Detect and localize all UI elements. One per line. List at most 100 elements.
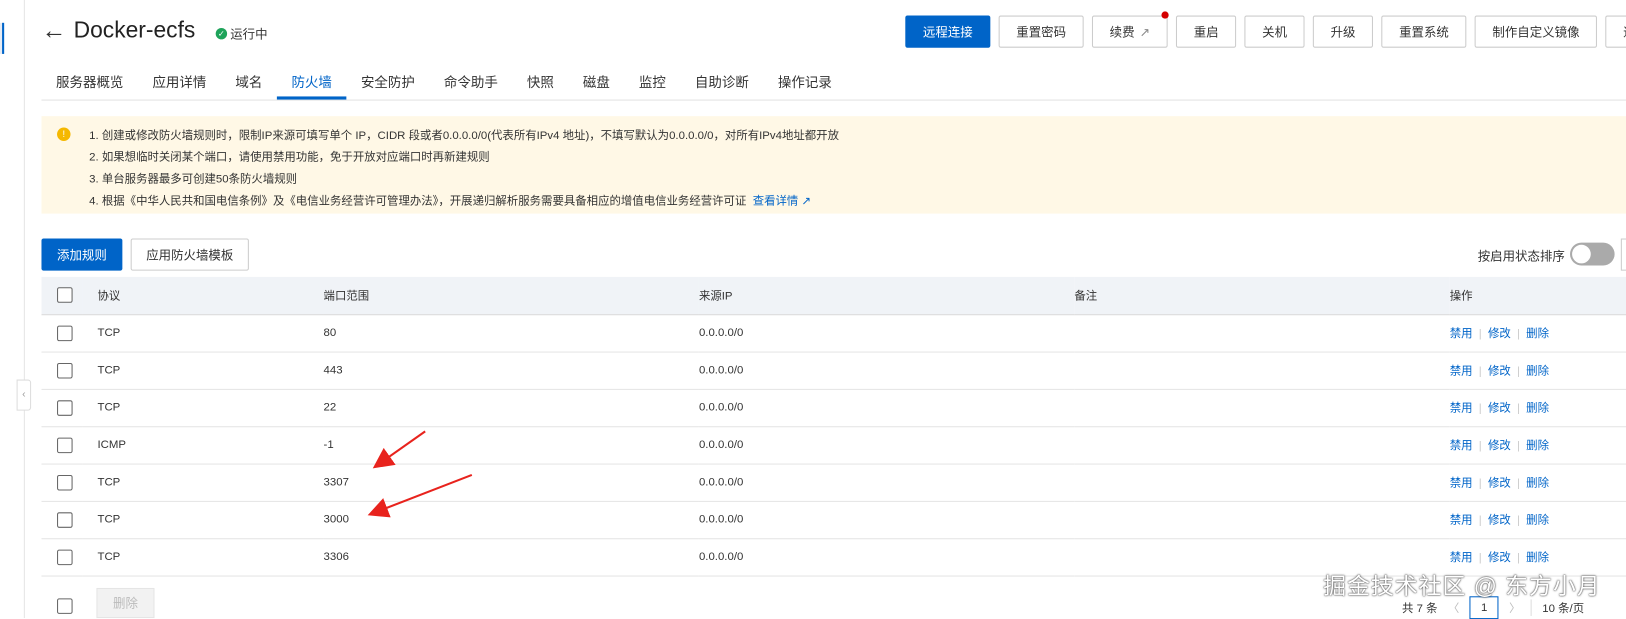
row-actions: 禁用 | 修改 | 删除 [1449, 463, 1626, 502]
source-ip: 0.0.0.0/0 [698, 500, 1075, 539]
tab-5[interactable]: 命令助手 [429, 66, 512, 99]
source-ip: 0.0.0.0/0 [698, 351, 1075, 390]
edit-link[interactable]: 修改 [1488, 365, 1511, 377]
table-row: TCP 3000 0.0.0.0/0 禁用 | 修改 | 删除 [41, 500, 1626, 539]
action-button[interactable]: 制作自定义镜像 [1474, 15, 1598, 48]
action-button[interactable]: 远程连接 [905, 15, 991, 48]
row-checkbox[interactable] [57, 325, 73, 341]
warning-icon: ! [57, 127, 71, 142]
tab-1[interactable]: 应用详情 [138, 66, 221, 99]
source-ip: 0.0.0.0/0 [698, 314, 1075, 353]
next-page-icon[interactable]: 〉 [1509, 599, 1520, 616]
protocol: TCP [82, 388, 324, 427]
button-label: 关机 [1262, 24, 1288, 40]
row-actions: 禁用 | 修改 | 删除 [1449, 351, 1626, 390]
note [1074, 314, 1450, 353]
source-ip: 0.0.0.0/0 [698, 388, 1075, 427]
select-all-checkbox[interactable] [57, 287, 73, 304]
edit-link[interactable]: 修改 [1488, 514, 1511, 526]
notice-line: 1. 创建或修改防火墙规则时，限制IP来源可填写单个 IP，CIDR 段或者0.… [89, 129, 839, 143]
firewall-table: 协议 端口范围 来源IP 备注 操作 TCP 80 0.0.0.0/0 禁用 | 修改 | 删… [41, 276, 1626, 577]
tab-6[interactable]: 快照 [512, 66, 568, 99]
delete-link[interactable]: 删除 [1526, 514, 1549, 526]
tab-9[interactable]: 自助诊断 [680, 66, 763, 99]
delete-link[interactable]: 删除 [1526, 440, 1549, 452]
port: -1 [323, 426, 699, 465]
note [1074, 463, 1450, 502]
row-checkbox[interactable] [57, 437, 73, 453]
source-ip: 0.0.0.0/0 [698, 426, 1075, 465]
notice-line: 2. 如果想临时关闭某个端口，请使用禁用功能，免于开放对应端口时再新建规则 [89, 151, 490, 164]
action-button[interactable]: 重置密码 [998, 15, 1084, 48]
edit-link[interactable]: 修改 [1488, 477, 1511, 489]
status-text: 运行中 [230, 26, 268, 42]
settings-button[interactable] [1620, 238, 1626, 271]
edit-link[interactable]: 修改 [1488, 440, 1511, 452]
edit-link[interactable]: 修改 [1488, 552, 1511, 564]
table-row: TCP 22 0.0.0.0/0 禁用 | 修改 | 删除 [41, 388, 1626, 427]
apply-template-button[interactable]: 应用防火墙模板 [130, 238, 249, 271]
disable-link[interactable]: 禁用 [1450, 402, 1473, 414]
protocol: ICMP [82, 426, 324, 465]
button-label: 重置密码 [1016, 24, 1067, 40]
disable-link[interactable]: 禁用 [1450, 328, 1473, 340]
prev-page-icon[interactable]: 〈 [1448, 599, 1459, 616]
row-checkbox[interactable] [57, 511, 73, 528]
left-sidebar [0, 0, 25, 619]
action-button[interactable]: 升级 [1312, 15, 1374, 48]
button-label: 升级 [1330, 24, 1356, 40]
row-checkbox[interactable] [57, 399, 73, 416]
row-actions: 禁用 | 修改 | 删除 [1449, 500, 1626, 539]
row-actions: 禁用 | 修改 | 删除 [1449, 314, 1626, 353]
disable-link[interactable]: 禁用 [1450, 365, 1473, 377]
delete-link[interactable]: 删除 [1526, 402, 1549, 414]
protocol: TCP [82, 314, 324, 353]
delete-link[interactable]: 删除 [1526, 365, 1549, 377]
watermark: 掘金技术社区 @ 东方小月 [1323, 573, 1601, 600]
tab-8[interactable]: 监控 [624, 66, 680, 99]
tab-2[interactable]: 域名 [221, 66, 277, 99]
sort-toggle[interactable] [1570, 242, 1615, 266]
note [1074, 351, 1450, 390]
tab-0[interactable]: 服务器概览 [41, 66, 137, 99]
collapse-sidebar-button[interactable]: ‹ [16, 379, 32, 411]
delete-link[interactable]: 删除 [1526, 328, 1549, 340]
button-label: 制作自定义镜像 [1492, 24, 1580, 40]
action-button[interactable]: 续费 ↗ [1091, 11, 1169, 48]
port: 80 [323, 314, 699, 353]
protocol: TCP [82, 351, 324, 390]
view-details-link[interactable]: 查看详情 [753, 195, 799, 207]
disable-link[interactable]: 禁用 [1450, 477, 1473, 489]
tab-3[interactable]: 防火墙 [276, 66, 347, 100]
sort-label: 按启用状态排序 [1477, 248, 1565, 264]
page-size-select[interactable]: 10 条/页 [1530, 599, 1584, 616]
tab-7[interactable]: 磁盘 [568, 66, 624, 99]
footer-select-checkbox[interactable] [57, 598, 73, 614]
add-rule-button[interactable]: 添加规则 [41, 238, 123, 271]
action-button[interactable]: 退订 [1605, 15, 1626, 48]
edit-link[interactable]: 修改 [1488, 328, 1511, 340]
action-button[interactable]: 重置系统 [1381, 15, 1467, 48]
port: 3000 [323, 500, 699, 539]
notice-box: 1. 创建或修改防火墙规则时，限制IP来源可填写单个 IP，CIDR 段或者0.… [41, 116, 1626, 214]
disable-link[interactable]: 禁用 [1450, 552, 1473, 564]
edit-link[interactable]: 修改 [1488, 402, 1511, 414]
note [1074, 500, 1450, 539]
tab-4[interactable]: 安全防护 [346, 66, 429, 99]
tab-10[interactable]: 操作记录 [763, 66, 846, 99]
disable-link[interactable]: 禁用 [1450, 440, 1473, 452]
col-note: 备注 [1074, 276, 1450, 315]
external-link-icon: ↗ [1139, 24, 1151, 39]
row-checkbox[interactable] [57, 549, 73, 565]
back-arrow-icon[interactable]: ← [41, 17, 66, 46]
action-button[interactable]: 重启 [1176, 15, 1237, 48]
button-label: 重启 [1193, 24, 1219, 40]
button-label: 重置系统 [1399, 24, 1449, 40]
row-checkbox[interactable] [57, 362, 73, 378]
delete-link[interactable]: 删除 [1526, 477, 1549, 489]
batch-delete-button[interactable]: 删除 [96, 587, 155, 619]
action-button[interactable]: 关机 [1244, 15, 1305, 48]
delete-link[interactable]: 删除 [1526, 552, 1549, 564]
row-checkbox[interactable] [57, 474, 73, 490]
disable-link[interactable]: 禁用 [1450, 514, 1473, 526]
